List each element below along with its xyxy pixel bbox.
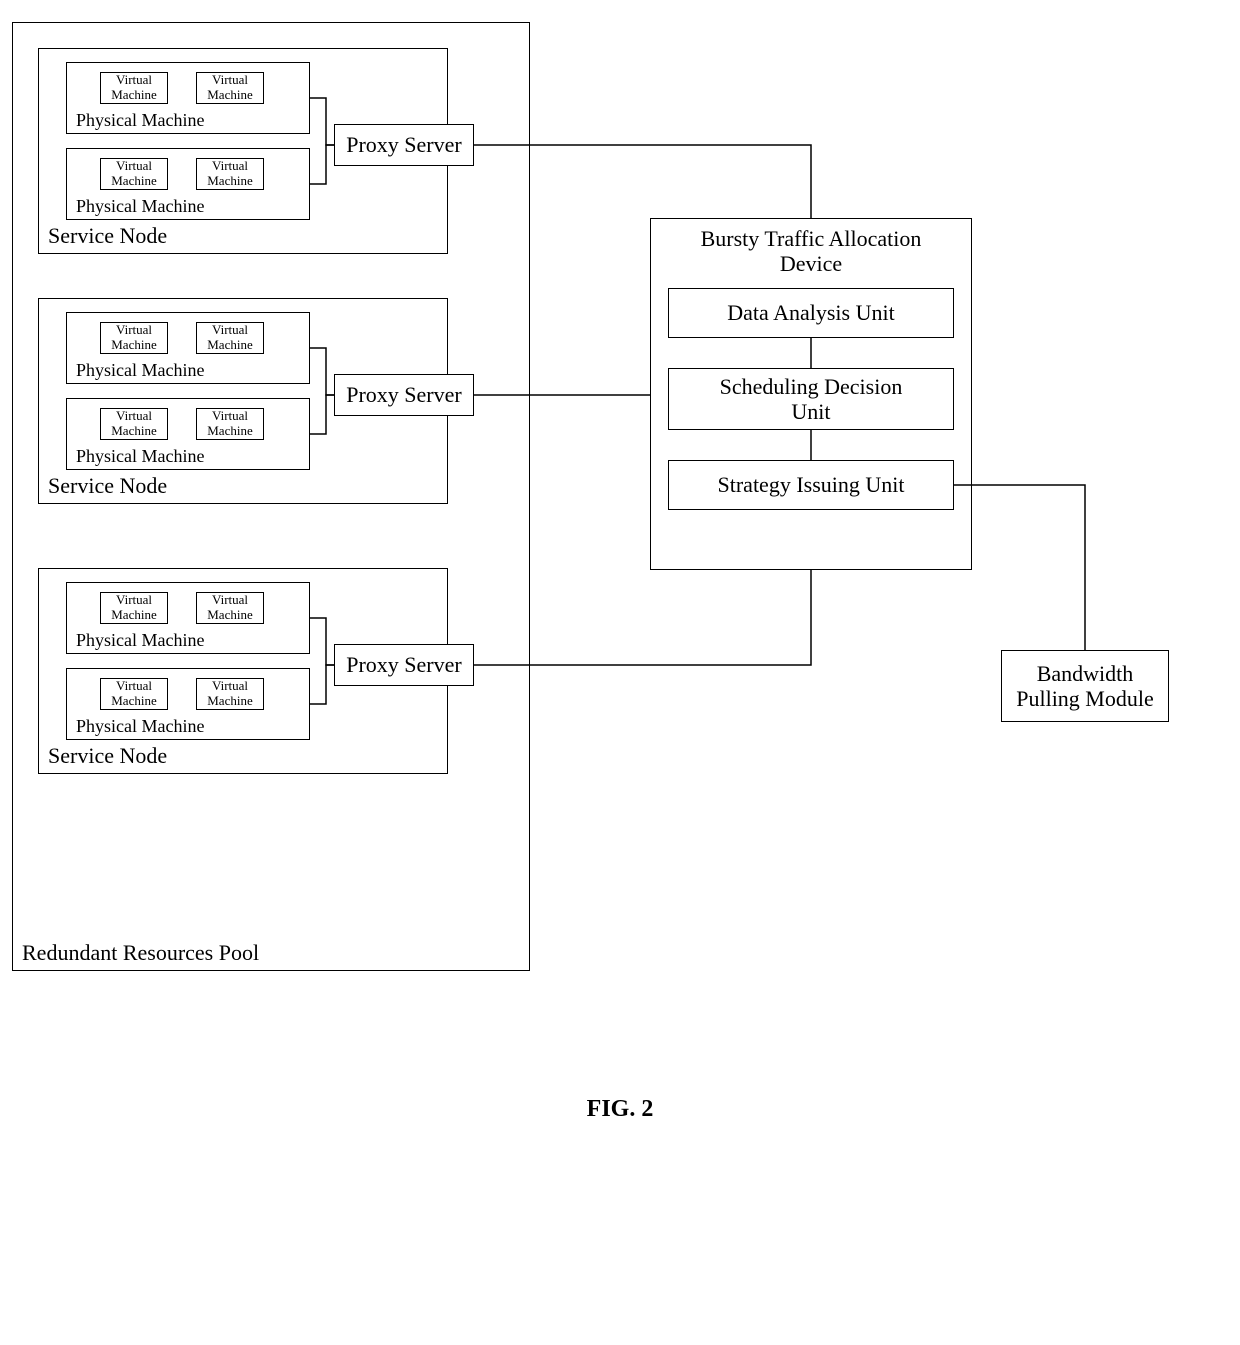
scheduling-decision-unit: Scheduling DecisionUnit — [668, 368, 954, 430]
sn1-pm2-vm2: VirtualMachine — [196, 158, 264, 190]
redundant-resources-pool-label: Redundant Resources Pool — [22, 940, 259, 966]
sn3-pm1-label: Physical Machine — [76, 630, 204, 651]
sn3-pm1-vm1: VirtualMachine — [100, 592, 168, 624]
bandwidth-pulling-module: BandwidthPulling Module — [1001, 650, 1169, 722]
strategy-issuing-unit: Strategy Issuing Unit — [668, 460, 954, 510]
sn1-pm1-vm2: VirtualMachine — [196, 72, 264, 104]
proxy-server-3: Proxy Server — [334, 644, 474, 686]
service-node-3-label: Service Node — [48, 743, 167, 769]
proxy-server-2: Proxy Server — [334, 374, 474, 416]
sn2-pm2-vm1: VirtualMachine — [100, 408, 168, 440]
figure-caption: FIG. 2 — [0, 1096, 1240, 1123]
data-analysis-unit: Data Analysis Unit — [668, 288, 954, 338]
sn2-pm2-label: Physical Machine — [76, 446, 204, 467]
proxy-server-1: Proxy Server — [334, 124, 474, 166]
sn2-pm1-vm2: VirtualMachine — [196, 322, 264, 354]
bursty-traffic-allocation-device-title: Bursty Traffic AllocationDevice — [650, 226, 972, 277]
sn2-pm1-label: Physical Machine — [76, 360, 204, 381]
sn1-pm1-vm1: VirtualMachine — [100, 72, 168, 104]
sn3-pm2-vm1: VirtualMachine — [100, 678, 168, 710]
diagram-canvas: Redundant Resources Pool Service Node Ph… — [0, 0, 1240, 1345]
sn2-pm1-vm1: VirtualMachine — [100, 322, 168, 354]
sn1-pm1-label: Physical Machine — [76, 110, 204, 131]
service-node-1-label: Service Node — [48, 223, 167, 249]
sn1-pm2-label: Physical Machine — [76, 196, 204, 217]
service-node-2-label: Service Node — [48, 473, 167, 499]
sn3-pm2-vm2: VirtualMachine — [196, 678, 264, 710]
sn3-pm2-label: Physical Machine — [76, 716, 204, 737]
sn2-pm2-vm2: VirtualMachine — [196, 408, 264, 440]
sn3-pm1-vm2: VirtualMachine — [196, 592, 264, 624]
sn1-pm2-vm1: VirtualMachine — [100, 158, 168, 190]
